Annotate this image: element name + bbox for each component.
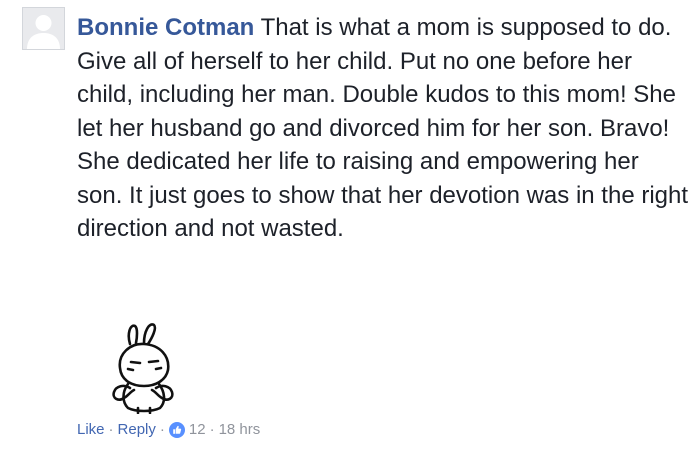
- comment-actions: Like · Reply · 12 · 18 hrs: [77, 421, 260, 439]
- avatar[interactable]: [22, 7, 65, 50]
- comment-text: That is what a mom is supposed to do. Gi…: [77, 14, 689, 242]
- bunny-sticker-icon: [100, 318, 184, 415]
- profile-silhouette-icon: [23, 8, 64, 49]
- like-link[interactable]: Like: [77, 421, 105, 439]
- reaction-count[interactable]: 12: [189, 421, 206, 439]
- comment: Bonnie Cotman That is what a mom is supp…: [0, 0, 700, 450]
- reply-link[interactable]: Reply: [118, 421, 156, 439]
- thumbs-up-reaction-icon[interactable]: [168, 422, 185, 438]
- timestamp[interactable]: 18 hrs: [219, 421, 261, 439]
- separator-dot: ·: [209, 421, 215, 438]
- comment-body: Bonnie Cotman That is what a mom is supp…: [77, 11, 689, 246]
- separator-dot: ·: [159, 421, 165, 438]
- separator-dot: ·: [108, 421, 114, 438]
- author-name-link[interactable]: Bonnie Cotman: [77, 14, 254, 41]
